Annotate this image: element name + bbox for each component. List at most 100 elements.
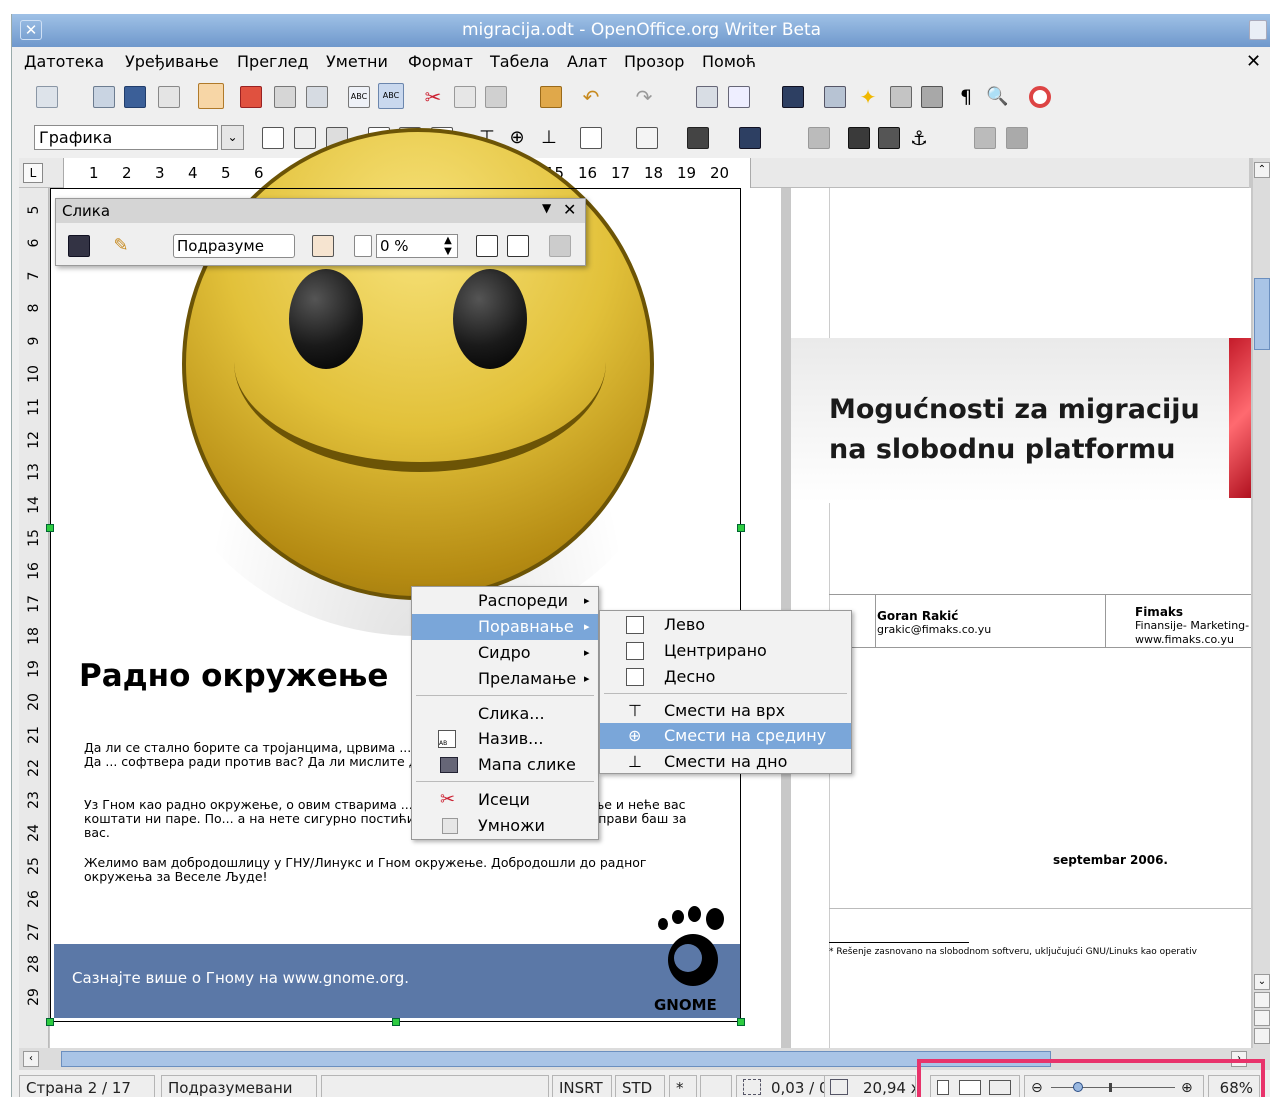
hyperlink-icon[interactable]	[696, 86, 718, 108]
status-selection-mode[interactable]: STD	[615, 1075, 665, 1097]
menu-item-caption[interactable]: Назив... AB	[412, 726, 598, 752]
toolbar-menu-icon[interactable]: ▼	[542, 201, 551, 215]
formatting-marks-icon[interactable]: ¶	[955, 86, 977, 108]
data-sources-icon[interactable]	[921, 86, 943, 108]
resize-handle[interactable]	[737, 524, 745, 532]
table-icon[interactable]	[728, 86, 750, 108]
status-page[interactable]: Страна 2 / 17	[19, 1075, 155, 1097]
window-menu-icon[interactable]: ✕	[20, 20, 42, 40]
menu-file[interactable]: Датотека	[24, 47, 104, 77]
gallery-icon[interactable]	[890, 86, 912, 108]
previous-page-icon[interactable]	[1254, 992, 1270, 1008]
page-wrap-icon[interactable]	[294, 127, 316, 149]
page-right[interactable]: Mogućnosti za migraciju na slobodnu plat…	[791, 188, 1251, 1048]
menu-item-copy[interactable]: Умножи	[412, 813, 598, 839]
flip-vertical-icon[interactable]	[476, 235, 498, 257]
save-icon[interactable]	[124, 86, 146, 108]
graphics-filter-icon[interactable]	[68, 235, 90, 257]
to-foreground-icon[interactable]	[848, 127, 870, 149]
flip-horizontal-icon[interactable]	[507, 235, 529, 257]
status-signature[interactable]	[700, 1075, 732, 1097]
resize-handle[interactable]	[737, 1018, 745, 1026]
toolbar-close-icon[interactable]: ✕	[563, 200, 576, 219]
submenu-align-top[interactable]: Смести на врх ⊤	[600, 698, 851, 724]
border-color-icon[interactable]	[687, 127, 709, 149]
color-icon[interactable]	[312, 235, 334, 257]
clone-formatting-icon[interactable]	[540, 86, 562, 108]
next-page-icon[interactable]	[1254, 1028, 1270, 1044]
scroll-down-icon[interactable]: ⌄	[1254, 974, 1270, 990]
submenu-align-right[interactable]: Десно	[600, 664, 851, 690]
submenu-align-middle[interactable]: Смести на средину ⊕	[600, 723, 851, 749]
zoom-icon[interactable]: 🔍	[986, 86, 1008, 108]
menu-edit[interactable]: Уређивање	[125, 47, 219, 77]
spellcheck-icon[interactable]: ABC	[348, 86, 370, 108]
menu-window[interactable]: Прозор	[624, 47, 684, 77]
undo-icon[interactable]: ↶	[580, 86, 602, 108]
new-icon[interactable]	[36, 86, 58, 108]
resize-handle[interactable]	[46, 1018, 54, 1026]
redo-icon[interactable]: ↷	[633, 86, 655, 108]
open-icon[interactable]	[93, 86, 115, 108]
menu-help[interactable]: Помоћ	[702, 47, 756, 77]
copy-icon[interactable]	[454, 86, 476, 108]
submenu-align-bottom[interactable]: Смести на дно ⊥	[600, 749, 851, 775]
email-icon[interactable]	[158, 86, 180, 108]
autospellcheck-icon[interactable]: ABC	[378, 83, 404, 109]
transparency-spinner[interactable]: ▲ ▼	[440, 235, 456, 257]
menu-item-arrange[interactable]: Распореди ▸	[412, 588, 598, 614]
borders-icon[interactable]	[580, 127, 602, 149]
tab-stop-icon[interactable]: L	[23, 163, 43, 183]
paragraph-style-select[interactable]: Графика	[34, 125, 218, 150]
align-bottom-icon[interactable]: ⊥	[538, 127, 560, 149]
bring-to-front-icon[interactable]	[808, 127, 830, 149]
close-document-icon[interactable]: ✕	[1246, 47, 1261, 77]
menu-item-alignment[interactable]: Поравнање ▸	[412, 614, 598, 640]
menu-format[interactable]: Формат	[408, 47, 473, 77]
menu-item-picture[interactable]: Слика...	[412, 701, 598, 727]
horizontal-scrollbar-thumb[interactable]	[61, 1051, 1051, 1067]
paragraph-style-dropdown-icon[interactable]: ⌄	[221, 125, 244, 150]
border-style-icon[interactable]	[636, 127, 658, 149]
status-page-style[interactable]: Подразумевани	[161, 1075, 317, 1097]
resize-handle[interactable]	[46, 524, 54, 532]
edit-mode-icon[interactable]	[198, 83, 224, 109]
background-color-icon[interactable]	[739, 127, 761, 149]
vertical-scrollbar[interactable]: ⌃ ⌄	[1253, 158, 1270, 1048]
menu-item-anchor[interactable]: Сидро ▸	[412, 640, 598, 666]
find-replace-icon[interactable]	[824, 86, 846, 108]
unlink-frames-icon[interactable]	[1006, 127, 1028, 149]
show-draw-functions-icon[interactable]	[782, 86, 804, 108]
print-icon[interactable]	[274, 86, 296, 108]
wrap-off-icon[interactable]	[262, 127, 284, 149]
menu-item-image-map[interactable]: Мапа слике	[412, 752, 598, 778]
scroll-up-icon[interactable]: ⌃	[1254, 162, 1270, 178]
cut-icon[interactable]: ✂	[422, 86, 444, 108]
scrollbar-thumb[interactable]	[1254, 278, 1270, 350]
menu-item-cut[interactable]: Исеци ✂	[412, 787, 598, 813]
document-area[interactable]: L 1 2 3 4 5 6 7 8 9 10 11 12 13 14 15 16…	[19, 128, 1270, 1048]
vertical-ruler[interactable]: 5 6 7 8 9 10 11 12 13 14 15 16 17 18 19 20 21 22 23 24 25 26 2…	[19, 188, 49, 1048]
status-language[interactable]	[321, 1075, 549, 1097]
menu-insert[interactable]: Уметни	[326, 47, 388, 77]
link-frames-icon[interactable]	[974, 127, 996, 149]
horizontal-ruler[interactable]: L 1 2 3 4 5 6 7 8 9 10 11 12 13 14 15 16…	[19, 158, 1249, 188]
paste-icon[interactable]	[485, 86, 507, 108]
menu-item-wrap[interactable]: Преламање ▸	[412, 666, 598, 692]
help-icon[interactable]	[1029, 86, 1051, 108]
menu-tools[interactable]: Алат	[567, 47, 607, 77]
to-background-icon[interactable]	[878, 127, 900, 149]
navigation-icon[interactable]	[1254, 1010, 1270, 1026]
filter-dropdown-icon[interactable]: ✎	[110, 235, 132, 257]
crop-icon[interactable]	[549, 235, 571, 257]
export-pdf-icon[interactable]	[240, 86, 262, 108]
graphics-mode-select[interactable]: Подразуме	[173, 234, 295, 258]
resize-handle[interactable]	[392, 1018, 400, 1026]
submenu-align-left[interactable]: Лево	[600, 612, 851, 638]
navigator-icon[interactable]: ✦	[857, 86, 879, 108]
scroll-left-icon[interactable]: ‹	[23, 1051, 39, 1067]
menu-view[interactable]: Преглед	[237, 47, 309, 77]
picture-toolbar-titlebar[interactable]: Слика ▼ ✕	[56, 199, 585, 223]
submenu-align-center[interactable]: Центрирано	[600, 638, 851, 664]
anchor-icon[interactable]: ⚓	[908, 127, 930, 149]
